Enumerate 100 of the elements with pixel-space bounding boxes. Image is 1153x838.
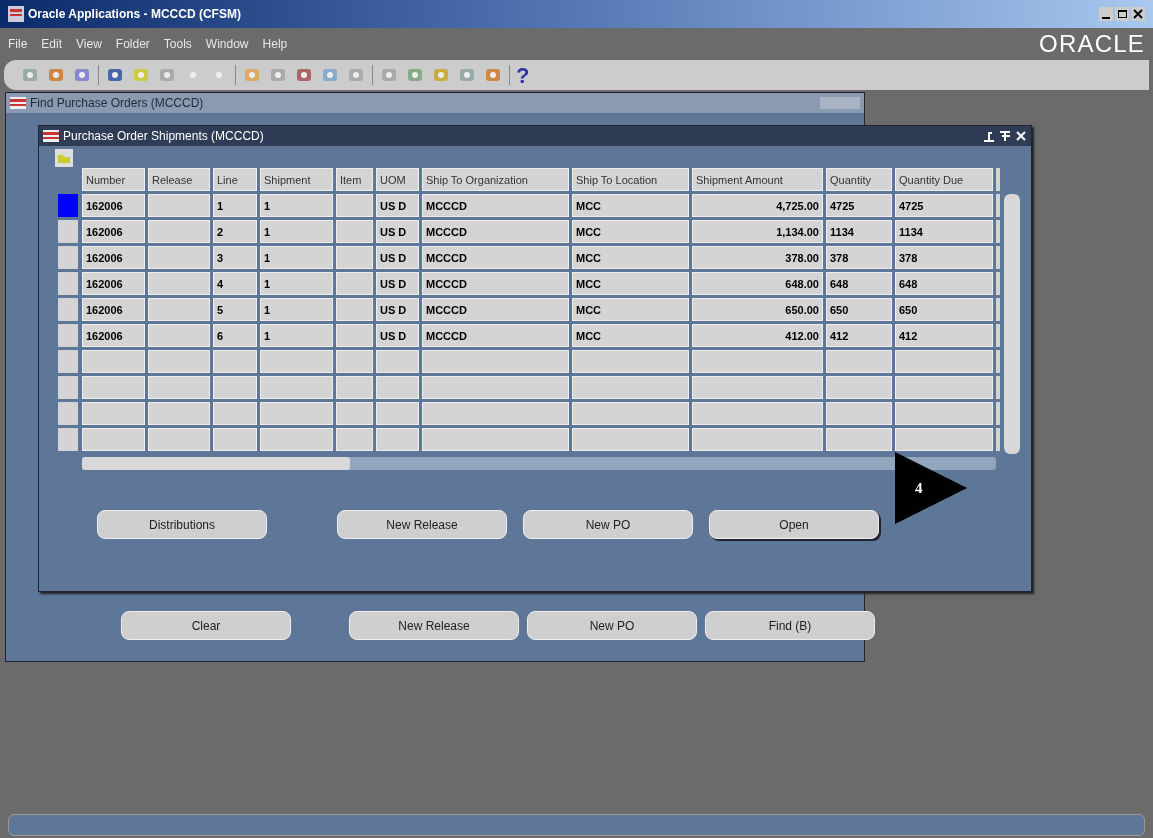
form-button[interactable]: New Release [349, 611, 519, 640]
menu-item[interactable]: File [8, 35, 28, 53]
menu-item[interactable]: Tools [163, 35, 192, 53]
menu-item[interactable]: Help [262, 35, 288, 53]
table-cell [213, 350, 257, 373]
form-button[interactable]: New PO [527, 611, 697, 640]
table-cell: 1134 [895, 220, 993, 243]
table-cell: MCC [572, 324, 689, 347]
table-cell [213, 428, 257, 451]
form-button[interactable]: Clear [121, 611, 291, 640]
row-indicator[interactable] [58, 324, 78, 347]
form-button[interactable]: New Release [337, 510, 507, 539]
table-cell [336, 246, 373, 269]
window-title: Oracle Applications - MCCCD (CFSM) [28, 6, 241, 23]
table-cell: US D [376, 272, 419, 295]
table-cell [148, 350, 210, 373]
column-header: Quantity Due [895, 168, 993, 191]
vertical-scrollbar[interactable] [1004, 194, 1020, 454]
minimize-icon[interactable] [983, 130, 995, 142]
row-indicator[interactable] [58, 272, 78, 295]
form-button[interactable]: Distributions [97, 510, 267, 539]
row-indicator[interactable] [58, 194, 78, 217]
table-cell: 162006 [82, 194, 145, 217]
table-cell: MCC [572, 298, 689, 321]
table-cell: 4725 [895, 194, 993, 217]
row-indicator[interactable] [58, 428, 78, 451]
app-icon [8, 6, 24, 22]
table-cell: MCC [572, 272, 689, 295]
row-indicator[interactable] [58, 220, 78, 243]
table-cell: 648 [826, 272, 892, 295]
folder-icon[interactable] [55, 149, 73, 167]
table-cell [336, 402, 373, 425]
table-cell: MCCCD [422, 220, 569, 243]
table-cell: US D [376, 298, 419, 321]
table-cell: 650 [826, 298, 892, 321]
close-icon[interactable] [1015, 130, 1027, 142]
maximize-icon[interactable] [999, 130, 1011, 142]
horizontal-scrollbar[interactable] [82, 457, 996, 470]
column-header: Shipment Amount [692, 168, 823, 191]
table-cell [82, 350, 145, 373]
table-cell [148, 402, 210, 425]
table-cell: 378 [826, 246, 892, 269]
table-cell [826, 376, 892, 399]
close-icon[interactable] [1131, 7, 1145, 21]
table-cell: 1 [260, 194, 333, 217]
row-indicator[interactable] [58, 246, 78, 269]
maximize-icon[interactable] [1115, 7, 1129, 21]
table-cell: MCC [572, 194, 689, 217]
table-cell: 162006 [82, 324, 145, 347]
table-cell: 378.00 [692, 246, 823, 269]
table-cell [148, 376, 210, 399]
table-cell: MCCCD [422, 272, 569, 295]
table-cell: MCCCD [422, 246, 569, 269]
table-cell: 648 [895, 272, 993, 295]
row-indicator[interactable] [58, 402, 78, 425]
row-indicator[interactable] [58, 298, 78, 321]
table-cell: MCCCD [422, 298, 569, 321]
table-cell [376, 350, 419, 373]
row-indicator[interactable] [58, 350, 78, 373]
form-button[interactable]: New PO [523, 510, 693, 539]
table-cell [148, 428, 210, 451]
table-cell: MCCCD [422, 194, 569, 217]
table-cell [336, 298, 373, 321]
table-cell [376, 402, 419, 425]
table-cell: 4,725.00 [692, 194, 823, 217]
table-cell [336, 428, 373, 451]
table-cell: 1134 [826, 220, 892, 243]
minimize-icon[interactable] [1099, 7, 1113, 21]
form-icon [43, 130, 59, 142]
oracle-logo: ORACLE [1039, 29, 1145, 59]
row-indicator[interactable] [58, 376, 78, 399]
table-cell [148, 298, 210, 321]
table-cell: 162006 [82, 246, 145, 269]
table-cell [213, 402, 257, 425]
table-cell [148, 324, 210, 347]
table-cell [82, 376, 145, 399]
table-cell [82, 428, 145, 451]
table-cell: 412.00 [692, 324, 823, 347]
table-cell [336, 376, 373, 399]
menu-item[interactable]: Window [205, 35, 249, 53]
menu-item[interactable]: Edit [41, 35, 63, 53]
form-button[interactable]: Find (B) [705, 611, 875, 640]
table-cell: 3 [213, 246, 257, 269]
table-cell: 2 [213, 220, 257, 243]
table-cell: 162006 [82, 220, 145, 243]
table-cell: 4725 [826, 194, 892, 217]
table-cell [376, 428, 419, 451]
form-button[interactable]: Open [709, 510, 879, 539]
table-cell [826, 402, 892, 425]
column-header: Number [82, 168, 145, 191]
table-cell [148, 246, 210, 269]
table-cell: 1 [213, 194, 257, 217]
table-cell: 648.00 [692, 272, 823, 295]
table-cell: 1 [260, 298, 333, 321]
column-header: Line [213, 168, 257, 191]
help-button[interactable]: ? [516, 58, 530, 92]
menu-item[interactable]: Folder [115, 35, 150, 53]
table-cell: 650.00 [692, 298, 823, 321]
menu-item[interactable]: View [76, 35, 102, 53]
table-cell: 412 [826, 324, 892, 347]
